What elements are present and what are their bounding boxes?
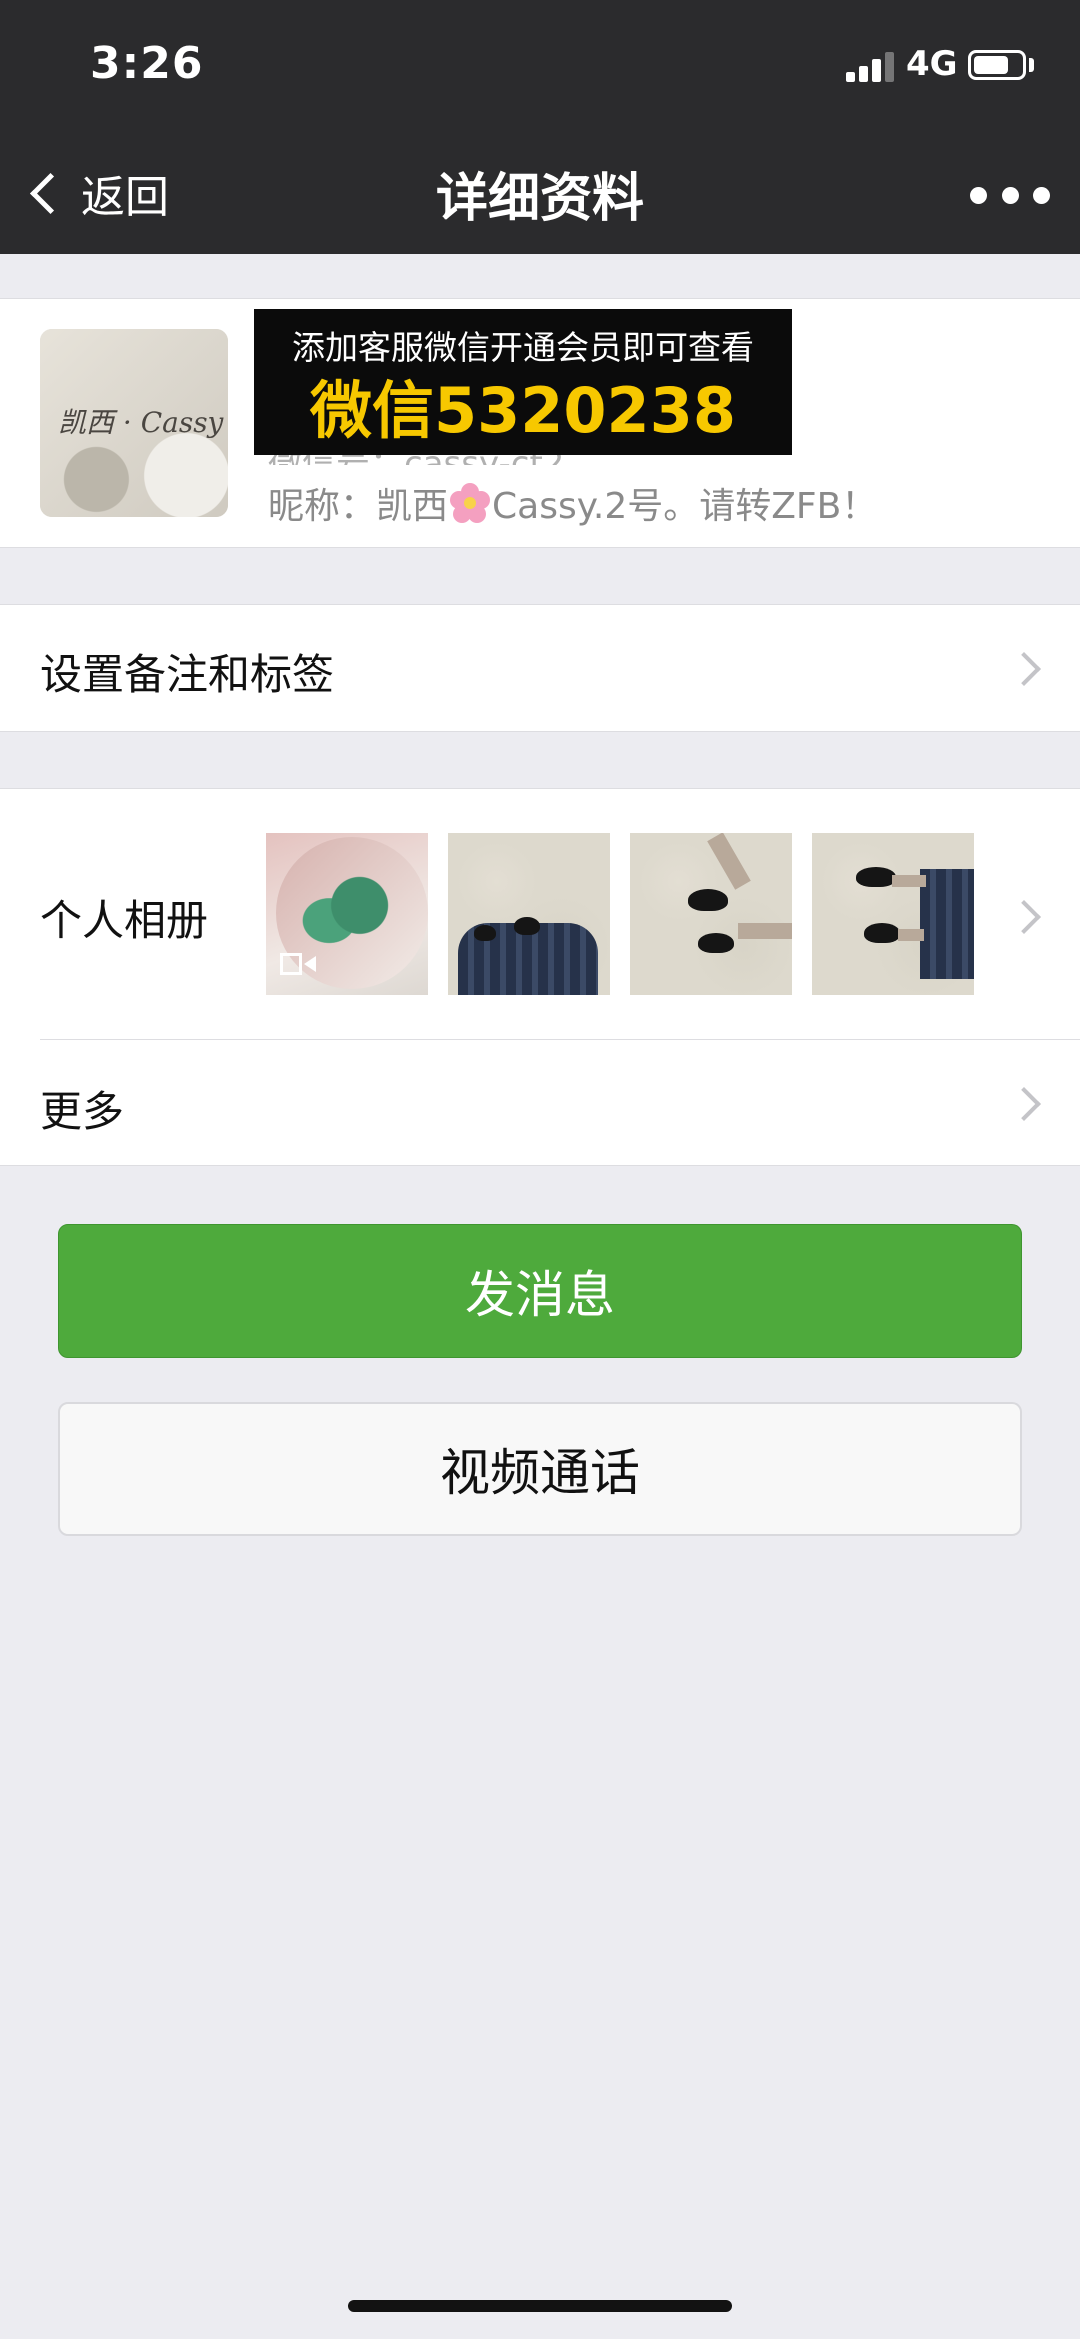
status-bar: 3:26 4G <box>0 0 1080 132</box>
profile-card: 凯西 · Cassy 微信号：cassy-ct2 昵称：凯西 Cassy.2号。… <box>0 298 1080 548</box>
send-message-button[interactable]: 发消息 <box>58 1224 1022 1358</box>
network-type: 4G <box>906 44 958 84</box>
video-call-button[interactable]: 视频通话 <box>58 1402 1022 1536</box>
avatar[interactable]: 凯西 · Cassy <box>40 329 228 517</box>
chevron-right-icon <box>1007 900 1041 934</box>
signal-icon <box>846 50 898 82</box>
promo-banner: 添加客服微信开通会员即可查看 微信5320238 <box>254 309 792 455</box>
album-label: 个人相册 <box>40 896 209 945</box>
promo-wechat-id: 微信5320238 <box>310 374 736 447</box>
remark-label: 设置备注和标签 <box>40 650 335 699</box>
promo-text: 添加客服微信开通会员即可查看 <box>292 328 754 367</box>
back-button[interactable]: 返回 <box>22 160 169 226</box>
chevron-right-icon <box>1007 652 1041 686</box>
album-thumb[interactable] <box>266 833 428 995</box>
nickname-prefix: 昵称：凯西 <box>268 486 449 527</box>
nickname: 昵称：凯西 Cassy.2号。请转ZFB！ <box>268 477 877 529</box>
chevron-right-icon <box>1007 1087 1041 1121</box>
more-dots-icon[interactable] <box>970 170 1050 220</box>
album-thumb[interactable] <box>812 833 974 995</box>
nickname-suffix: Cassy.2号。请转ZFB！ <box>492 486 878 527</box>
album-row[interactable]: 个人相册 <box>0 789 1080 1039</box>
chevron-left-icon <box>29 172 72 214</box>
more-row[interactable]: 更多 <box>0 1040 1080 1165</box>
battery-icon <box>968 50 1026 80</box>
battery-cap <box>1029 58 1034 72</box>
video-icon <box>280 951 316 979</box>
status-time: 3:26 <box>90 38 204 89</box>
album-thumb[interactable] <box>448 833 610 995</box>
remark-group: 设置备注和标签 <box>0 604 1080 732</box>
remark-row[interactable]: 设置备注和标签 <box>0 605 1080 731</box>
nav-bar: 返回 详细资料 <box>0 132 1080 254</box>
album-group: 个人相册 更多 <box>0 788 1080 1166</box>
more-label: 更多 <box>40 1087 125 1136</box>
album-thumb[interactable] <box>630 833 792 995</box>
avatar-text: 凯西 · Cassy <box>58 406 224 439</box>
flower-icon <box>450 483 491 523</box>
home-indicator[interactable] <box>348 2300 732 2312</box>
page-title: 详细资料 <box>435 169 644 229</box>
back-label: 返回 <box>81 172 169 223</box>
